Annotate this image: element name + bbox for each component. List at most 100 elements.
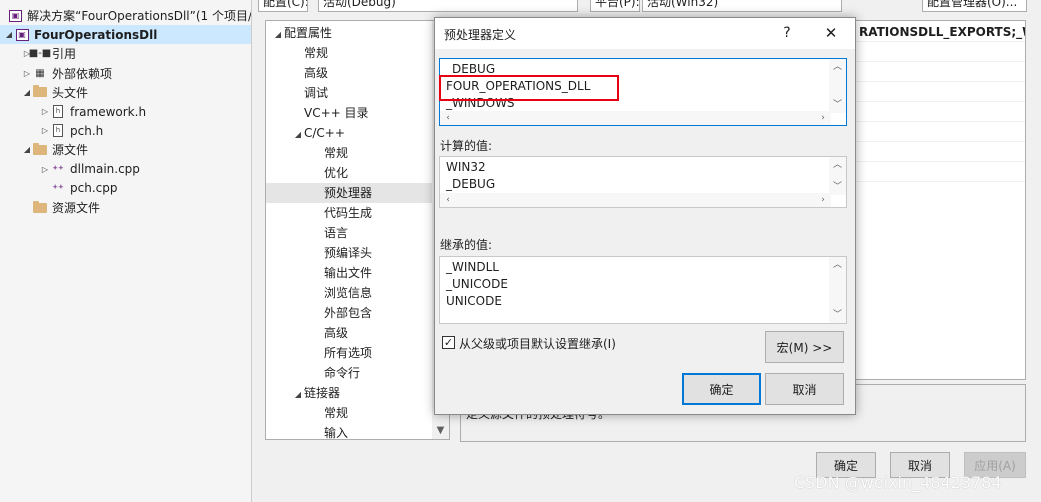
platform-combo[interactable]: 活动(Win32) — [642, 0, 842, 12]
category-item[interactable]: 常规 — [266, 43, 432, 63]
solution-tree-item[interactable]: ▷ ■-■ 引用 — [0, 44, 251, 63]
expanded-arrow-icon[interactable]: ◢ — [22, 88, 32, 97]
category-item-label: 代码生成 — [324, 206, 373, 220]
preprocessor-definitions-value[interactable]: RATIONSDLL_EXPORTS;_WIN — [859, 25, 1025, 39]
folder-icon — [32, 142, 48, 158]
solution-tree-item[interactable]: ◢ 头文件 — [0, 83, 251, 102]
solution-icon: ▣ — [8, 8, 23, 24]
solution-tree-item[interactable]: ▷ h pch.h — [0, 121, 251, 140]
category-item[interactable]: 输入 — [266, 423, 432, 440]
solution-tree-item[interactable]: ▷ h framework.h — [0, 102, 251, 121]
category-item[interactable]: 所有选项 — [266, 343, 432, 363]
expanded-arrow-icon[interactable]: ◢ — [272, 25, 284, 45]
solution-tree-item[interactable]: ⁺⁺ pch.cpp — [0, 179, 251, 198]
category-item-label: 优化 — [324, 166, 349, 180]
chevron-up-icon[interactable]: ︿ — [829, 157, 846, 173]
inherited-vscroll[interactable]: ︿ ﹀ — [829, 257, 846, 323]
dialog-ok-button[interactable]: 确定 — [682, 373, 761, 405]
inherit-checkbox-label[interactable]: 从父级或项目默认设置继承(I) — [459, 335, 616, 352]
category-item[interactable]: 命令行 — [266, 363, 432, 383]
category-item-label: VC++ 目录 — [304, 106, 369, 120]
dialog-titlebar[interactable]: 预处理器定义 ? ✕ — [435, 18, 855, 49]
external-deps-icon: ▦ — [35, 67, 45, 79]
solution-tree-item[interactable]: ▷ ⁺⁺ dllmain.cpp — [0, 160, 251, 179]
chevron-left-icon[interactable]: ‹ — [440, 193, 456, 207]
category-item[interactable]: 调试 — [266, 83, 432, 103]
category-item[interactable]: 常规 — [266, 403, 432, 423]
expanded-arrow-icon[interactable]: ◢ — [292, 385, 304, 405]
dialog-title: 预处理器定义 — [444, 28, 517, 42]
solution-tree-item-label: 源文件 — [52, 143, 89, 158]
category-item[interactable]: 预编译头 — [266, 243, 432, 263]
reference-icon: ■-■ — [28, 48, 52, 60]
cpp-file-icon: ⁺⁺ — [52, 181, 64, 195]
category-item-label: 常规 — [304, 46, 329, 60]
category-item-label: 输出文件 — [324, 266, 373, 280]
chevron-up-icon[interactable]: ︿ — [829, 59, 846, 75]
solution-tree-item[interactable]: 资源文件 — [0, 198, 251, 217]
collapsed-arrow-icon[interactable]: ▷ — [40, 165, 50, 174]
inherited-values-box[interactable]: _WINDLL _UNICODE UNICODE ︿ ﹀ — [439, 256, 847, 324]
category-item-label: 高级 — [324, 326, 349, 340]
watermark: CSDN @weixin_48423784 — [794, 473, 1002, 492]
definitions-vscroll[interactable]: ︿ ﹀ — [829, 59, 846, 113]
solution-tree-item-label: 资源文件 — [52, 201, 101, 215]
category-item[interactable]: 预处理器 — [266, 183, 432, 203]
category-item[interactable]: ◢ C/C++ — [266, 123, 432, 143]
help-icon[interactable]: ? — [775, 22, 799, 44]
config-combo[interactable]: 活动(Debug) — [318, 0, 578, 12]
category-item[interactable]: 浏览信息 — [266, 283, 432, 303]
macro-button[interactable]: 宏(M) >> — [765, 331, 844, 363]
inherit-checkbox[interactable]: ✓ — [442, 336, 455, 349]
solution-tree-item[interactable]: ▷ ▦ 外部依赖项 — [0, 64, 251, 83]
chevron-down-icon[interactable]: ﹀ — [829, 179, 846, 195]
category-item-label: 调试 — [304, 86, 329, 100]
solution-tree-item-label: framework.h — [70, 104, 147, 119]
category-item[interactable]: 代码生成 — [266, 203, 432, 223]
solution-tree-item[interactable]: ◢ 源文件 — [0, 140, 251, 159]
expanded-arrow-icon[interactable]: ◢ — [4, 30, 14, 39]
chevron-right-icon[interactable]: › — [815, 193, 831, 207]
category-item[interactable]: 输出文件 — [266, 263, 432, 283]
category-item[interactable]: 高级 — [266, 323, 432, 343]
dialog-cancel-button[interactable]: 取消 — [765, 373, 844, 405]
chevron-right-icon[interactable]: › — [815, 111, 831, 125]
collapsed-arrow-icon[interactable]: ▷ — [40, 126, 50, 135]
solution-tree-item[interactable]: ◢ ▣ FourOperationsDll — [0, 25, 251, 45]
category-item-label: 输入 — [324, 426, 349, 440]
category-item[interactable]: ◢ 链接器 — [266, 383, 432, 403]
definition-line: _UNICODE — [446, 277, 508, 291]
category-item[interactable]: 常规 — [266, 143, 432, 163]
solution-tree-item-label: 解决方案“FourOperationsDll”(1 个项目/ — [27, 9, 252, 23]
collapsed-arrow-icon[interactable]: ▷ — [40, 107, 50, 116]
chevron-down-icon[interactable]: ﹀ — [829, 97, 846, 113]
chevron-left-icon[interactable]: ‹ — [440, 111, 456, 125]
computed-hscroll[interactable]: ‹ › — [440, 193, 831, 207]
solution-tree-item[interactable]: ▣ 解决方案“FourOperationsDll”(1 个项目/ — [0, 6, 252, 25]
expanded-arrow-icon[interactable]: ◢ — [22, 145, 32, 154]
definition-line: WIN32 — [446, 160, 486, 174]
category-item[interactable]: 语言 — [266, 223, 432, 243]
close-icon[interactable]: ✕ — [817, 22, 845, 44]
category-item[interactable]: 高级 — [266, 63, 432, 83]
category-item[interactable]: ◢ 配置属性 — [266, 23, 432, 43]
config-manager-button[interactable]: 配置管理器(O)... — [922, 0, 1027, 12]
category-item[interactable]: VC++ 目录 — [266, 103, 432, 123]
collapsed-arrow-icon[interactable]: ▷ — [22, 69, 32, 78]
category-item[interactable]: 外部包含 — [266, 303, 432, 323]
inherited-values-label: 继承的值: — [440, 238, 493, 252]
definitions-hscroll[interactable]: ‹ › — [440, 111, 831, 125]
category-item-label: 浏览信息 — [324, 286, 373, 300]
chevron-down-icon[interactable]: ▼ — [432, 422, 449, 439]
property-category-tree[interactable]: ◢ 配置属性 常规 高级 调试 VC++ 目录 ◢ C/C++ 常规 优化 预处理器 代码生成 语言 预编… — [265, 20, 450, 440]
category-item[interactable]: 优化 — [266, 163, 432, 183]
expanded-arrow-icon[interactable]: ◢ — [292, 125, 304, 145]
solution-tree-item-label: dllmain.cpp — [70, 162, 140, 177]
computed-vscroll[interactable]: ︿ ﹀ — [829, 157, 846, 195]
definition-line: UNICODE — [446, 294, 502, 308]
header-file-icon: h — [50, 104, 66, 120]
chevron-down-icon[interactable]: ﹀ — [829, 307, 846, 323]
computed-values-box[interactable]: WIN32_DEBUGFOUR_OPERATIONS_DLL ︿ ﹀ ‹ › — [439, 156, 847, 208]
chevron-up-icon[interactable]: ︿ — [829, 257, 846, 273]
category-item-label: 命令行 — [324, 366, 361, 380]
